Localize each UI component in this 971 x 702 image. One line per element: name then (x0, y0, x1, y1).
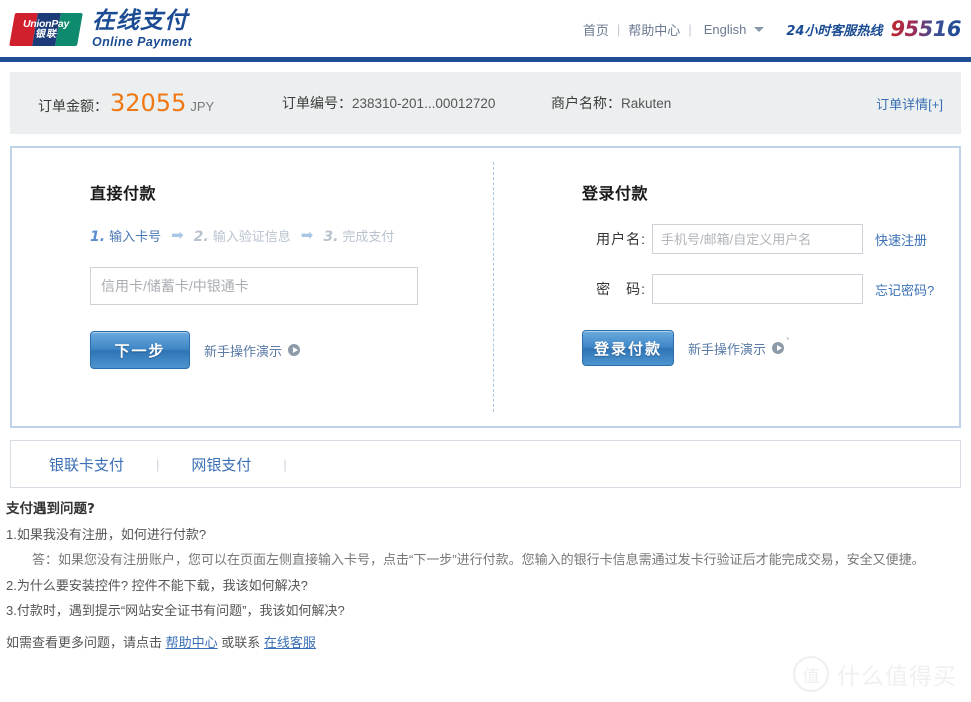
unionpay-mark-icon: UnionPay 银联 (9, 12, 83, 46)
direct-pay-title: 直接付款 (90, 184, 157, 203)
play-circle-icon (772, 342, 785, 354)
next-step-button[interactable]: 下一步 (90, 331, 190, 369)
tab-separator-2: | (283, 456, 287, 472)
order-merchant: 商户名称： Rakuten (551, 93, 671, 113)
direct-pay-column: 直接付款 1. 输入卡号 ➡ 2. 输入验证信息 ➡ 3. 完成支付 下一步 新… (90, 180, 418, 369)
brand-title: 在线支付 Online Payment (92, 10, 192, 49)
login-pay-demo-label: 新手操作演示 (688, 341, 767, 357)
hotline-number: 95516 (890, 17, 961, 41)
step-3-number: 3. (323, 229, 339, 245)
faq-question-3[interactable]: 3.付款时，遇到提示“网站安全证书有问题”，我该如何解决? (6, 604, 971, 618)
panel-divider (493, 162, 494, 412)
play-circle-icon (288, 344, 301, 356)
nav-separator-2: | (688, 21, 692, 37)
step-1: 1. 输入卡号 (90, 226, 161, 245)
username-input[interactable] (652, 224, 863, 254)
step-2-label: 输入验证信息 (212, 229, 291, 244)
cursor-artifact: ` (786, 337, 790, 349)
language-selector[interactable]: English (704, 22, 765, 37)
login-pay-demo-link[interactable]: 新手操作演示 ` (688, 337, 790, 358)
order-amount: 订单金额： 32055 JPY (38, 89, 214, 117)
brand-title-cn: 在线支付 (92, 8, 188, 34)
order-number-value: 238310-201...00012720 (352, 96, 496, 111)
order-amount-label: 订单金额： (38, 98, 108, 114)
tab-online-banking[interactable]: 网银支付 (191, 454, 251, 475)
step-arrow-2-icon: ➡ (300, 227, 314, 244)
step-1-number: 1. (90, 229, 106, 245)
step-3: 3. 完成支付 (323, 226, 394, 245)
order-merchant-label: 商户名称： (551, 95, 621, 111)
card-number-input[interactable] (90, 267, 418, 305)
password-input[interactable] (652, 274, 863, 304)
watermark-badge-icon: 值 (793, 656, 829, 692)
quick-register-link[interactable]: 快速注册 (875, 230, 927, 249)
login-pay-title: 登录付款 (582, 184, 649, 203)
help-center-link[interactable]: 帮助中心 (166, 635, 218, 650)
nav-home-link[interactable]: 首页 (583, 20, 609, 39)
nav-separator-1: | (616, 21, 621, 37)
logo-mark-text: UnionPay 银联 (12, 13, 80, 46)
order-number: 订单编号： 238310-201...00012720 (282, 93, 495, 113)
order-summary-bar: 订单金额： 32055 JPY 订单编号： 238310-201...00012… (10, 72, 961, 134)
chevron-down-icon (754, 26, 765, 32)
login-pay-actions: 登录付款 新手操作演示 ` (582, 330, 934, 366)
step-arrow-1-icon: ➡ (171, 227, 184, 244)
watermark: 值 什么值得买 (793, 656, 957, 692)
order-detail-toggle-link[interactable]: 订单详情[+] (876, 94, 943, 113)
logo-mark-line1: UnionPay (22, 17, 70, 30)
password-label: 密 码: (596, 281, 646, 297)
logo-mark-line2: 银联 (35, 28, 57, 40)
tab-separator-1: | (156, 456, 160, 472)
language-selector-label: English (703, 21, 747, 37)
direct-pay-steps: 1. 输入卡号 ➡ 2. 输入验证信息 ➡ 3. 完成支付 (90, 226, 418, 245)
step-3-label: 完成支付 (342, 229, 395, 244)
watermark-text: 什么值得买 (837, 664, 957, 690)
step-2: 2. 输入验证信息 (194, 226, 291, 245)
payment-panel: 直接付款 1. 输入卡号 ➡ 2. 输入验证信息 ➡ 3. 完成支付 下一步 新… (10, 146, 961, 428)
order-merchant-value: Rakuten (621, 96, 672, 111)
page-header: UnionPay 银联 在线支付 Online Payment 首页 | 帮助中… (0, 0, 971, 57)
order-currency: JPY (190, 99, 215, 114)
forgot-password-link[interactable]: 忘记密码? (875, 280, 934, 299)
faq-title: 支付遇到问题? (6, 501, 95, 517)
payment-method-tabs: 银联卡支付 | 网银支付 | (10, 440, 961, 488)
unionpay-logo[interactable]: UnionPay 银联 在线支付 Online Payment (9, 10, 192, 49)
direct-pay-demo-link[interactable]: 新手操作演示 (204, 341, 301, 360)
order-amount-value: 32055 (110, 89, 187, 117)
direct-pay-demo-label: 新手操作演示 (204, 343, 283, 359)
password-row: 密 码: 忘记密码? (582, 274, 934, 304)
username-label: 用户名: (596, 231, 646, 247)
faq-question-1[interactable]: 1.如果我没有注册，如何进行付款? (6, 528, 971, 542)
step-1-label: 输入卡号 (109, 229, 162, 244)
header-blue-rule (0, 57, 971, 62)
faq-answer-1: 答：如果您没有注册账户，您可以在页面左侧直接输入卡号，点击“下一步”进行付款。您… (32, 551, 925, 567)
brand-title-en: Online Payment (92, 35, 193, 49)
faq-question-2[interactable]: 2.为什么要安装控件? 控件不能下载，我该如何解决? (6, 579, 971, 593)
faq-footer-middle: 或联系 (217, 634, 264, 650)
order-number-label: 订单编号： (282, 95, 352, 111)
online-service-link[interactable]: 在线客服 (264, 635, 316, 650)
step-2-number: 2. (193, 229, 209, 245)
login-pay-column: 登录付款 用户名: 快速注册 密 码: 忘记密码? 登录付款 新手操作演示 ` (582, 180, 934, 366)
username-row: 用户名: 快速注册 (582, 224, 934, 254)
direct-pay-actions: 下一步 新手操作演示 (90, 331, 418, 369)
hotline-label: 24小时客服热线 (786, 23, 883, 39)
faq-footer: 如需查看更多问题，请点击 帮助中心 或联系 在线客服 (6, 634, 971, 650)
faq-section: 支付遇到问题? 1.如果我没有注册，如何进行付款? 答：如果您没有注册账户，您可… (6, 502, 971, 649)
header-nav: 首页 | 帮助中心 | English 24小时客服热线 95516 (583, 17, 962, 41)
tab-unionpay-card[interactable]: 银联卡支付 (49, 454, 124, 475)
login-pay-button[interactable]: 登录付款 (582, 330, 674, 366)
nav-help-center-link[interactable]: 帮助中心 (628, 20, 680, 39)
faq-footer-prefix: 如需查看更多问题，请点击 (6, 634, 166, 650)
